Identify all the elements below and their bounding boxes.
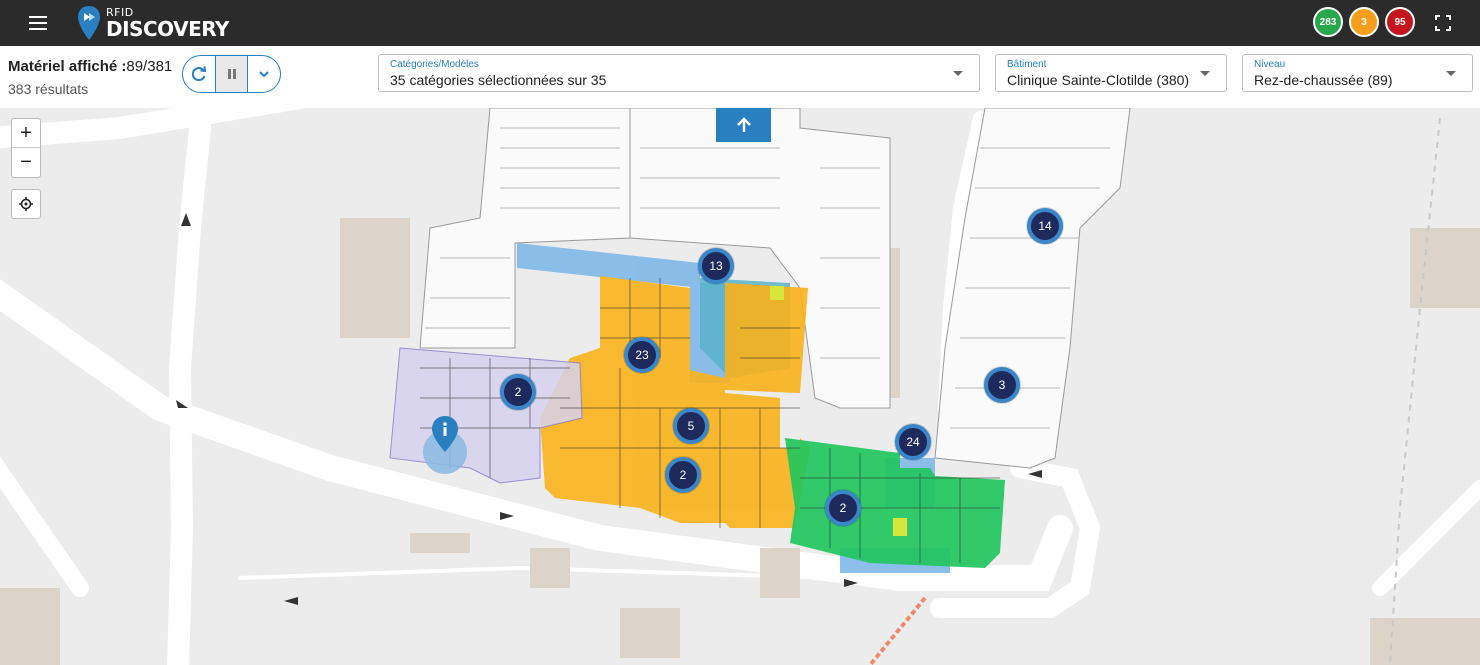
map-background xyxy=(0,108,1480,665)
cluster-marker[interactable]: 14 xyxy=(1027,208,1063,244)
categories-select[interactable]: Catégories/Modèles 35 catégories sélecti… xyxy=(378,54,980,92)
cluster-marker[interactable]: 23 xyxy=(624,337,660,373)
info-marker[interactable] xyxy=(420,414,470,476)
locate-button[interactable] xyxy=(11,189,41,219)
pause-button[interactable] xyxy=(214,56,249,92)
menu-button[interactable] xyxy=(24,11,54,35)
logo-discovery-text: DISCOVERY xyxy=(106,17,230,41)
locate-icon xyxy=(19,197,33,211)
categories-label: Catégories/Modèles xyxy=(390,59,479,70)
zoom-out-button[interactable]: − xyxy=(12,148,40,177)
refresh-icon xyxy=(191,66,206,82)
logo-icon xyxy=(78,6,100,40)
building-value: Clinique Sainte-Clotilde (380) xyxy=(1007,72,1190,88)
level-value: Rez-de-chaussée (89) xyxy=(1254,72,1393,88)
zoom-in-button[interactable]: + xyxy=(12,119,40,148)
floor-plan-map[interactable]: 13 14 23 2 3 5 24 2 2 xyxy=(0,108,1480,665)
level-select[interactable]: Niveau Rez-de-chaussée (89) xyxy=(1242,54,1473,92)
fullscreen-icon xyxy=(1435,15,1451,31)
zoom-controls: + − xyxy=(11,118,41,178)
chevron-down-icon xyxy=(953,71,963,76)
cluster-marker[interactable]: 2 xyxy=(665,457,701,493)
cluster-marker[interactable]: 3 xyxy=(984,367,1020,403)
level-label: Niveau xyxy=(1254,59,1286,70)
chevron-down-icon xyxy=(1446,71,1456,76)
refresh-button-group xyxy=(182,55,281,93)
top-bar: RFID DISCOVERY 283 3 95 xyxy=(0,0,1480,46)
cluster-marker[interactable]: 5 xyxy=(673,408,709,444)
status-badge-green[interactable]: 283 xyxy=(1313,7,1343,37)
cluster-marker[interactable]: 2 xyxy=(500,374,536,410)
filter-bar: Matériel affiché :89/381 383 résultats C… xyxy=(0,46,1480,108)
status-badge-red[interactable]: 95 xyxy=(1385,7,1415,37)
building-select[interactable]: Bâtiment Clinique Sainte-Clotilde (380) xyxy=(995,54,1227,92)
pause-icon xyxy=(227,69,236,79)
cluster-marker[interactable]: 2 xyxy=(825,490,861,526)
cluster-marker[interactable]: 13 xyxy=(698,248,734,284)
north-button[interactable] xyxy=(716,108,771,142)
info-marker-icon xyxy=(423,416,467,474)
results-count: 383 résultats xyxy=(8,81,89,97)
refresh-button[interactable] xyxy=(183,56,215,92)
menu-icon xyxy=(29,16,47,18)
categories-value: 35 catégories sélectionnées sur 35 xyxy=(390,72,607,88)
displayed-material: Matériel affiché :89/381 xyxy=(8,58,173,75)
arrow-up-icon xyxy=(736,117,751,132)
chevron-down-icon xyxy=(1200,71,1210,76)
fullscreen-button[interactable] xyxy=(1432,12,1454,34)
refresh-options-button[interactable] xyxy=(248,56,280,92)
chevron-down-icon xyxy=(259,71,269,78)
app-logo: RFID DISCOVERY xyxy=(76,4,230,42)
status-badge-orange[interactable]: 3 xyxy=(1349,7,1379,37)
building-label: Bâtiment xyxy=(1007,59,1047,70)
cluster-marker[interactable]: 24 xyxy=(895,424,931,460)
